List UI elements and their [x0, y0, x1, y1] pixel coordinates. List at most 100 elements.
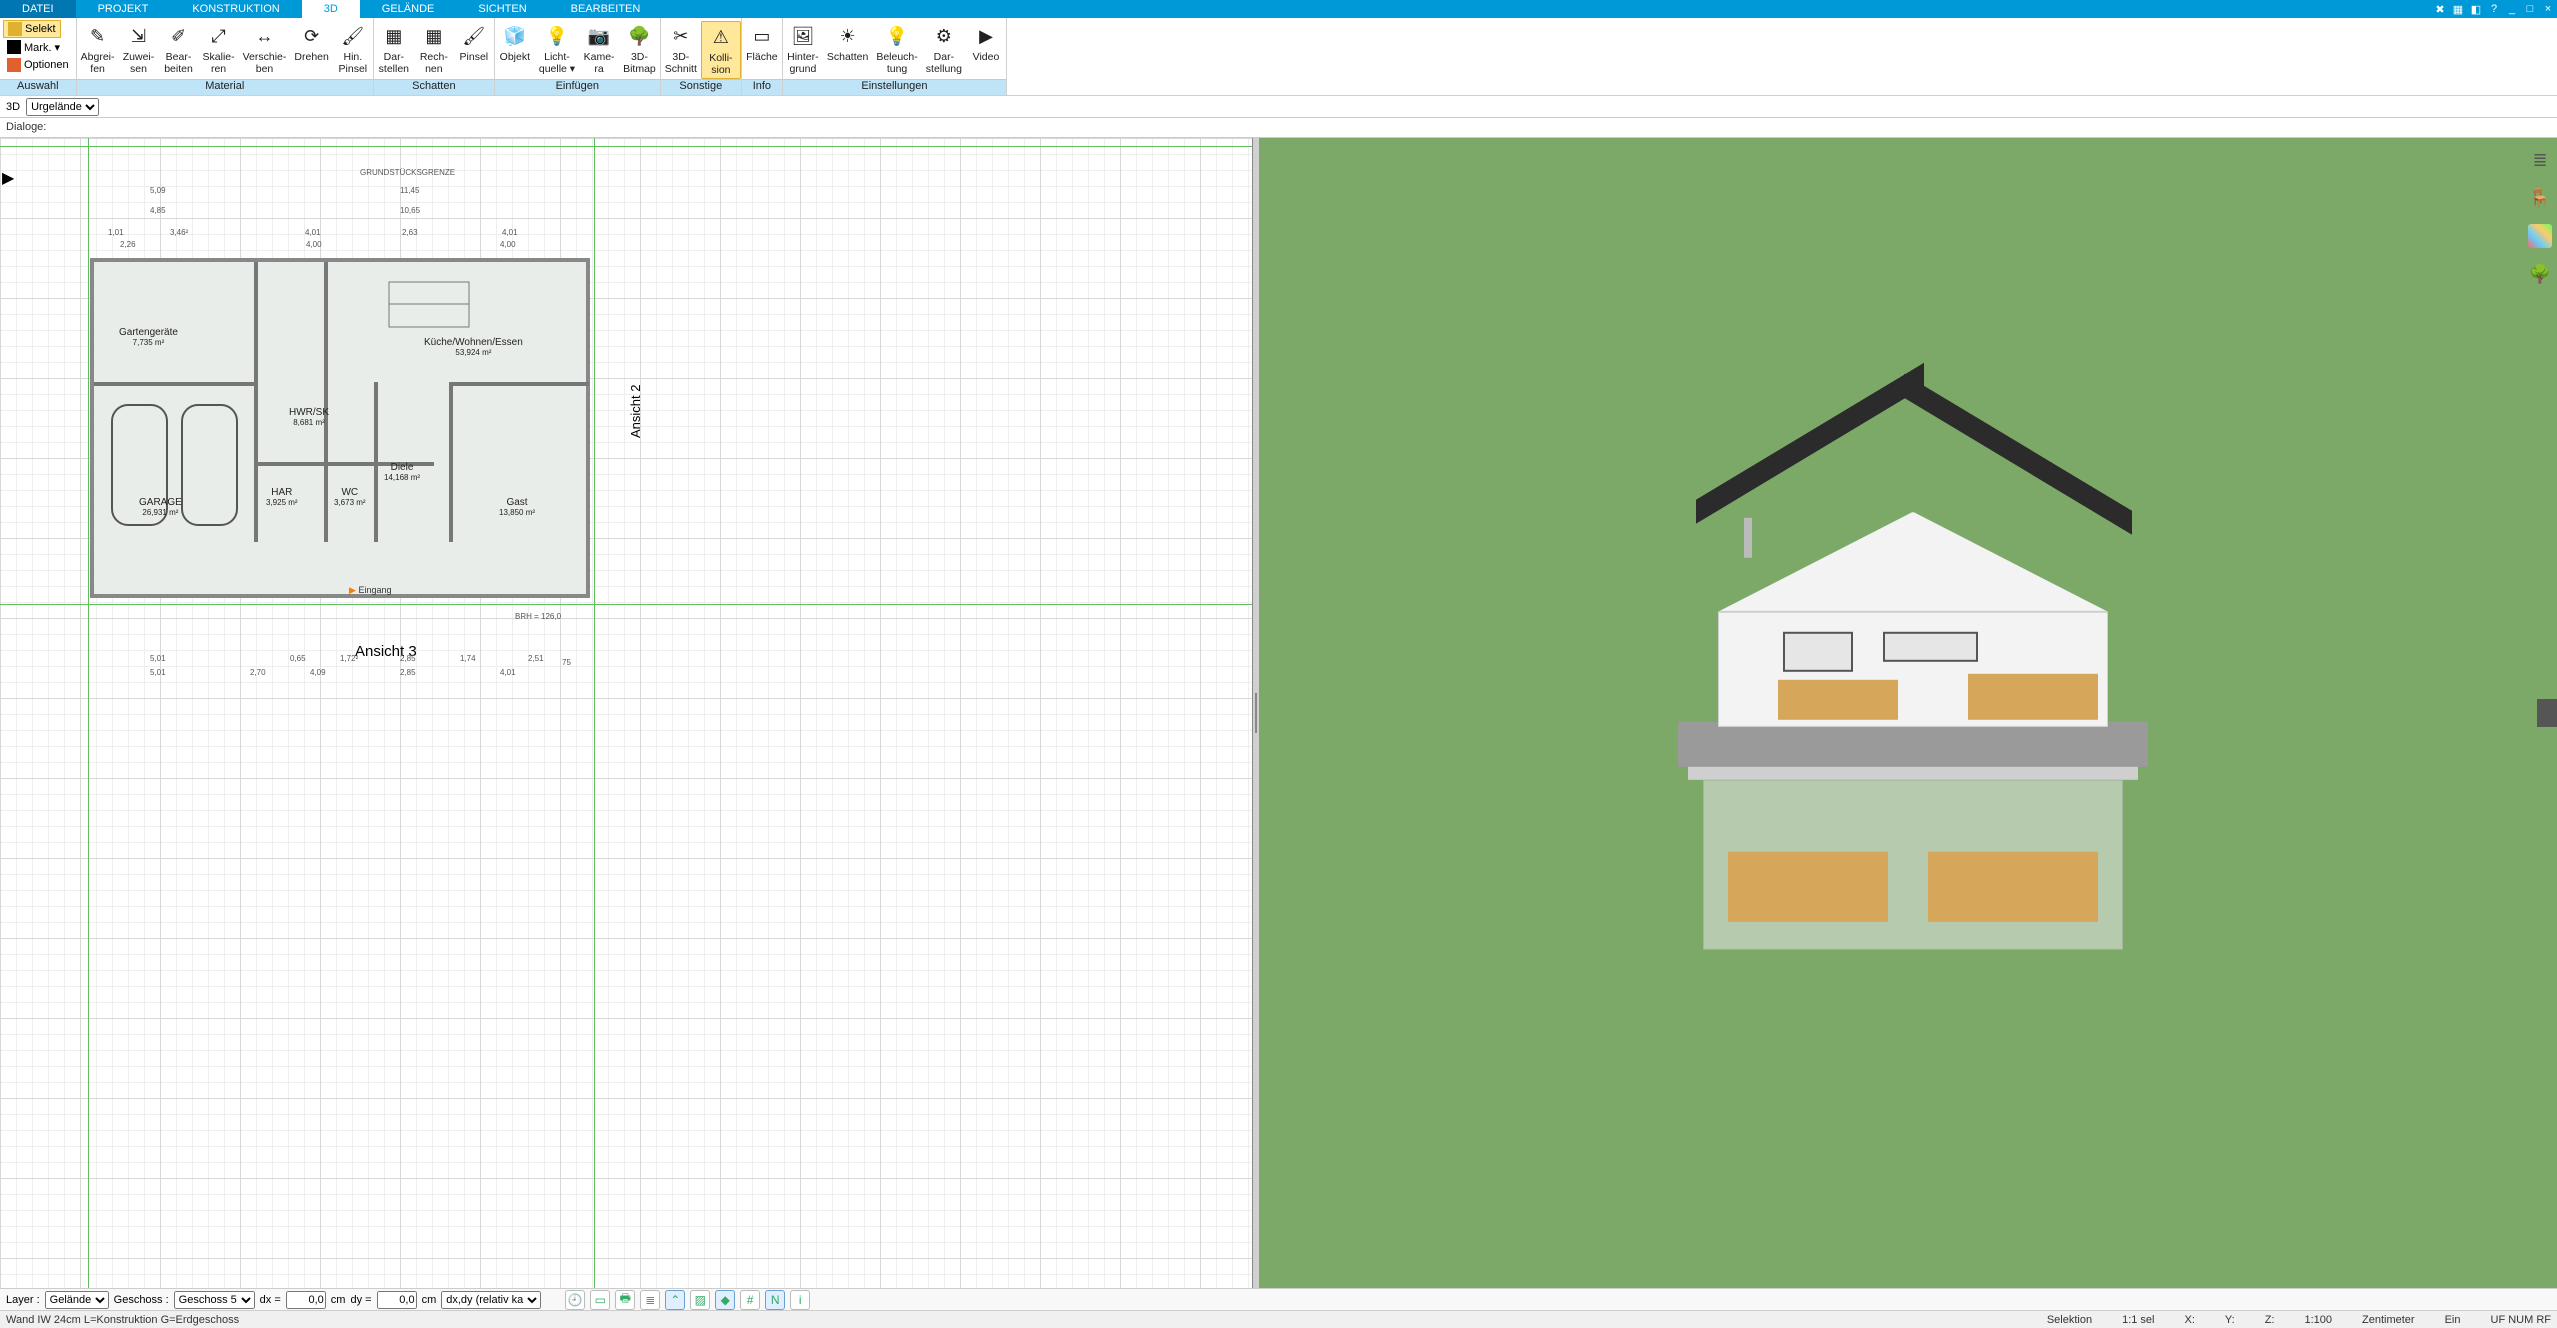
guide-line [594, 138, 595, 1288]
layer-select[interactable]: Urgelände [26, 98, 99, 116]
ribbon-button[interactable]: ⚠Kolli-sion [701, 21, 741, 79]
palette-icon[interactable] [2528, 224, 2552, 248]
dx-input[interactable] [286, 1291, 326, 1309]
ribbon-button[interactable]: ↔Verschie-ben [239, 21, 291, 77]
screenshot-icon[interactable]: ▭ [590, 1290, 610, 1310]
ribbon-button[interactable]: 💡Licht-quelle ▾ [535, 21, 579, 77]
workspace: ▶ GRUNDSTÜCKSGRENZE 5,09 11,45 4,85 10,6… [0, 138, 2557, 1288]
guide-line [0, 146, 1252, 147]
ribbon-group-title: Einfügen [495, 79, 660, 95]
floor-select[interactable]: Geschoss 5 [174, 1291, 255, 1309]
menu-tab-3d[interactable]: 3D [302, 0, 360, 18]
hash-toggle[interactable]: # [740, 1290, 760, 1310]
menu-tab-projekt[interactable]: PROJEKT [76, 0, 171, 18]
furniture-icon[interactable]: 🪑 [2528, 186, 2552, 210]
snap-toggle[interactable]: ⌃ [665, 1290, 685, 1310]
ribbon-group-einfuegen: 🧊Objekt💡Licht-quelle ▾📷Kame-ra🌳3D-Bitmap… [495, 18, 661, 95]
status-scale: 1:100 [2304, 1314, 2332, 1326]
ribbon-button[interactable]: ▦Dar-stellen [374, 21, 414, 77]
dy-input[interactable] [377, 1291, 417, 1309]
ribbon-button[interactable]: 🌳3D-Bitmap [619, 21, 660, 77]
room-label: GARAGE26,931 m² [139, 497, 182, 517]
cursor-icon [8, 22, 22, 36]
tool-icon: ▦ [380, 23, 408, 51]
tree-icon[interactable]: 🌳 [2528, 262, 2552, 286]
ribbon-button[interactable]: ⇲Zuwei-sen [119, 21, 159, 77]
ribbon-button[interactable]: ✐Bear-beiten [159, 21, 199, 77]
plane-toggle[interactable]: ◆ [715, 1290, 735, 1310]
room-label: HAR3,925 m² [266, 487, 298, 507]
tool-icon: 💡 [883, 23, 911, 51]
ribbon-button[interactable]: 🧊Objekt [495, 21, 535, 66]
main-menu-bar: DATEI PROJEKT KONSTRUKTION 3D GELÄNDE SI… [0, 0, 2557, 18]
status-bar: Wand IW 24cm L=Konstruktion G=Erdgeschos… [0, 1310, 2557, 1328]
panel-handle-icon[interactable] [2537, 699, 2557, 727]
menu-tab-sichten[interactable]: SICHTEN [456, 0, 548, 18]
layers-icon[interactable]: ≣ [2528, 148, 2552, 172]
room-label: WC3,673 m² [334, 487, 366, 507]
tool-icon[interactable]: ✖ [2431, 0, 2449, 18]
status-tail: UF NUM RF [2491, 1314, 2552, 1326]
room-label: HWR/SK8,681 m² [289, 407, 329, 427]
tool-icon: ▭ [748, 23, 776, 51]
tool-icon: ✎ [84, 23, 112, 51]
ribbon-button[interactable]: 🖌Hin.Pinsel [333, 21, 373, 77]
ribbon-button[interactable]: ▭Fläche [742, 21, 782, 66]
help-icon[interactable]: ? [2485, 0, 2503, 18]
maximize-icon[interactable]: □ [2521, 0, 2539, 18]
tool-icon[interactable]: ◧ [2467, 0, 2485, 18]
ribbon-group-title: Sonstige [661, 79, 741, 95]
ribbon-button[interactable]: ⚙Dar-stellung [922, 21, 966, 77]
print-icon[interactable]: 🖶 [615, 1290, 635, 1310]
menu-tab-bearbeiten[interactable]: BEARBEITEN [549, 0, 663, 18]
tool-icon: 💡 [543, 23, 571, 51]
ribbon-button[interactable]: ⟳Drehen [290, 21, 332, 66]
ribbon-button[interactable]: ☀Schatten [823, 21, 872, 66]
layer-select[interactable]: Gelände [45, 1291, 109, 1309]
bottom-control-bar: Layer : Gelände Geschoss : Geschoss 5 dx… [0, 1288, 2557, 1310]
tool-icon: ⇲ [125, 23, 153, 51]
tool-icon: ✂ [667, 23, 695, 51]
layer-label: Layer : [6, 1294, 40, 1306]
mark-button[interactable]: Mark. ▾ [3, 38, 64, 56]
minimize-icon[interactable]: _ [2503, 0, 2521, 18]
furniture-icon [384, 272, 474, 342]
status-y: Y: [2225, 1314, 2235, 1326]
ribbon-group-title: Einstellungen [783, 79, 1006, 95]
house-model [1648, 422, 2168, 982]
tool-icon[interactable]: ▦ [2449, 0, 2467, 18]
history-icon[interactable]: 🕘 [565, 1290, 585, 1310]
ribbon-button[interactable]: ▦Rech-nen [414, 21, 454, 77]
status-z: Z: [2265, 1314, 2275, 1326]
status-selection-label: Selektion [2047, 1314, 2092, 1326]
menu-tab-konstruktion[interactable]: KONSTRUKTION [170, 0, 301, 18]
ribbon-button[interactable]: ▶Video [966, 21, 1006, 66]
n-toggle[interactable]: N [765, 1290, 785, 1310]
ribbon-button[interactable]: ✎Abgrei-fen [77, 21, 119, 77]
expand-handle-icon[interactable]: ▶ [2, 168, 14, 188]
select-button[interactable]: Selekt [3, 20, 61, 38]
info-icon[interactable]: i [790, 1290, 810, 1310]
menu-tab-datei[interactable]: DATEI [0, 0, 76, 18]
ribbon-button[interactable]: ⤢Skalie-ren [199, 21, 239, 77]
ribbon-button[interactable]: 🖌Pinsel [454, 21, 494, 66]
close-icon[interactable]: × [2539, 0, 2557, 18]
guide-line [0, 604, 1252, 605]
floor-plan[interactable]: Gartengeräte7,735 m²GARAGE26,931 m²HWR/S… [90, 258, 590, 598]
options-button[interactable]: Optionen [3, 56, 73, 74]
ribbon-button[interactable]: 💡Beleuch-tung [872, 21, 921, 77]
ribbon-button[interactable]: ✂3D-Schnitt [661, 21, 701, 77]
layers-icon[interactable]: ≣ [640, 1290, 660, 1310]
tool-icon: 🖌 [339, 23, 367, 51]
ribbon-group-info: ▭Fläche Info [742, 18, 783, 95]
ribbon-group-einstellungen: 🖼Hinter-grund☀Schatten💡Beleuch-tung⚙Dar-… [783, 18, 1007, 95]
3d-view[interactable]: ≣ 🪑 🌳 [1259, 138, 2557, 1288]
menu-tab-gelaende[interactable]: GELÄNDE [360, 0, 457, 18]
status-unit: Zentimeter [2362, 1314, 2415, 1326]
ribbon-button[interactable]: 📷Kame-ra [579, 21, 619, 77]
coord-mode-select[interactable]: dx,dy (relativ ka [441, 1291, 541, 1309]
grid-toggle[interactable]: ▨ [690, 1290, 710, 1310]
dx-label: dx = [260, 1294, 281, 1306]
ribbon-button[interactable]: 🖼Hinter-grund [783, 21, 823, 77]
2d-plan-view[interactable]: ▶ GRUNDSTÜCKSGRENZE 5,09 11,45 4,85 10,6… [0, 138, 1253, 1288]
